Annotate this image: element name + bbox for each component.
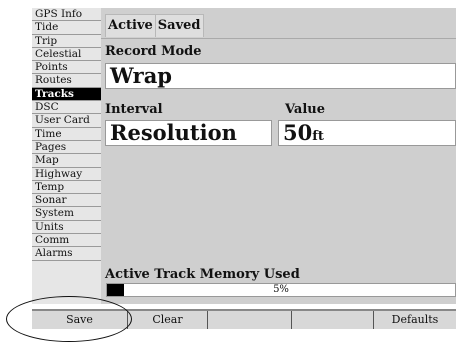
value-unit: ft (312, 129, 324, 144)
record-mode-label: Record Mode (105, 44, 202, 59)
sidebar-item-alarms[interactable]: Alarms (32, 247, 101, 261)
memory-label: Active Track Memory Used (105, 267, 300, 282)
softkey-3-button[interactable] (208, 311, 292, 329)
value-label: Value (285, 102, 325, 117)
sidebar-item-time[interactable]: Time (32, 128, 101, 141)
sidebar-item-tide[interactable]: Tide (32, 21, 101, 35)
softkey-4-button[interactable] (292, 311, 374, 329)
sidebar-item-sonar[interactable]: Sonar (32, 194, 101, 208)
sidebar-item-trip[interactable]: Trip (32, 35, 101, 48)
value-number: 50 (283, 120, 313, 145)
interval-field[interactable]: Resolution (105, 120, 272, 146)
sidebar-item-comm[interactable]: Comm (32, 234, 101, 248)
clear-button[interactable]: Clear (128, 311, 208, 329)
sidebar-item-dsc[interactable]: DSC (32, 101, 101, 115)
memory-percent-text: 5% (273, 284, 289, 295)
sidebar-item-map[interactable]: Map (32, 154, 101, 168)
sidebar-item-system[interactable]: System (32, 207, 101, 221)
defaults-button[interactable]: Defaults (374, 311, 456, 329)
sidebar-item-points[interactable]: Points (32, 61, 101, 75)
sidebar-item-routes[interactable]: Routes (32, 74, 101, 88)
sidebar-item-highway[interactable]: Highway (32, 168, 101, 181)
tab-bar: Active Saved (105, 14, 204, 37)
sidebar-item-celestial[interactable]: Celestial (32, 48, 101, 62)
sidebar-item-gps-info[interactable]: GPS Info (32, 8, 101, 22)
category-menu: GPS Info Tide Trip Celestial Points Rout… (32, 8, 102, 304)
sidebar-item-pages[interactable]: Pages (32, 141, 101, 155)
sidebar-item-units[interactable]: Units (32, 221, 101, 235)
softkey-bar: Save Clear Defaults (32, 311, 456, 329)
save-button[interactable]: Save (32, 311, 128, 329)
sidebar-item-user-card[interactable]: User Card (32, 114, 101, 128)
value-field[interactable]: 50ft (278, 120, 456, 146)
sidebar-item-temp[interactable]: Temp (32, 181, 101, 195)
tracks-panel: Active Saved Record Mode Wrap Interval V… (101, 8, 456, 304)
tab-saved[interactable]: Saved (155, 14, 204, 37)
interval-label: Interval (105, 102, 163, 117)
tab-active[interactable]: Active (105, 14, 156, 37)
tab-divider (101, 38, 456, 39)
record-mode-field[interactable]: Wrap (105, 63, 456, 89)
sidebar-item-tracks[interactable]: Tracks (32, 87, 101, 102)
memory-progress-bar: 5% (106, 283, 456, 297)
